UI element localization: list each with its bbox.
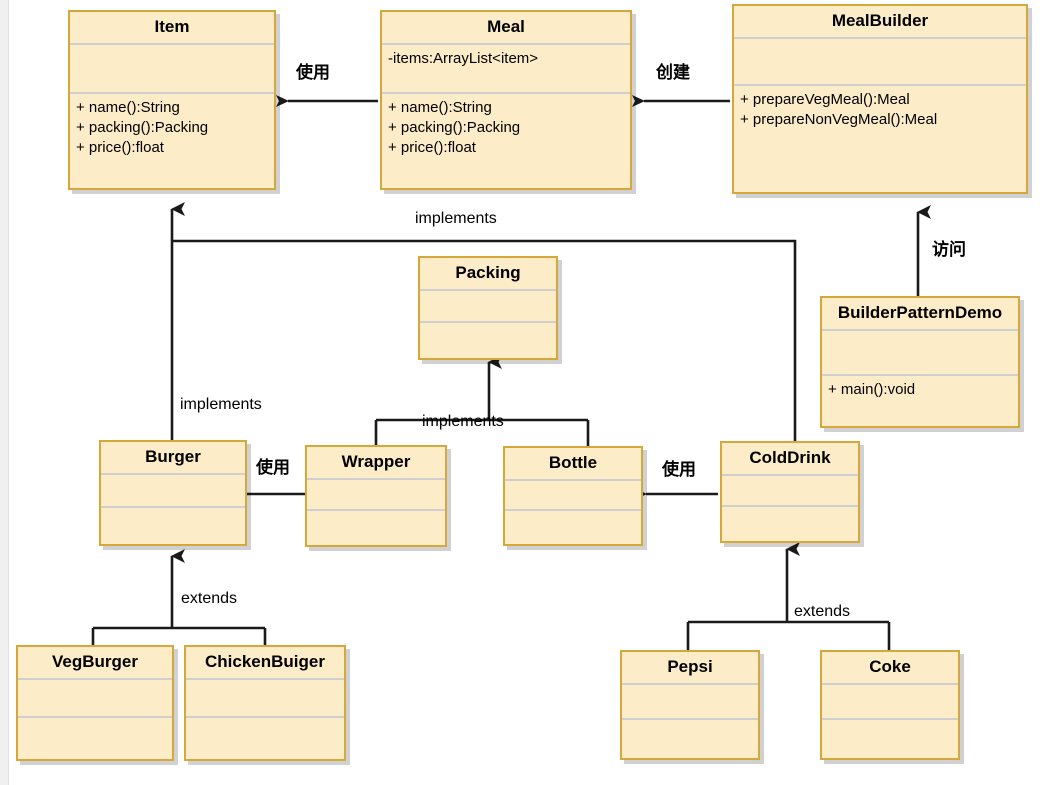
class-title-burger: Burger <box>101 442 245 475</box>
class-methods-chickenbuiger <box>186 718 344 756</box>
class-box-bottle[interactable]: Bottle <box>503 446 643 546</box>
edge-label-demo-visits-mealbuilder: 访问 <box>932 240 966 259</box>
class-methods-mealbuilder: + prepareVegMeal():Meal + prepareNonVegM… <box>734 86 1026 135</box>
class-attributes-item <box>70 45 274 94</box>
class-box-vegburger[interactable]: VegBurger <box>16 645 174 761</box>
class-attributes-vegburger <box>18 680 172 718</box>
class-box-meal[interactable]: Meal -items:ArrayList<item> + name():Str… <box>380 10 632 190</box>
method-row: + name():String <box>76 98 180 116</box>
method-row: + price():float <box>76 139 164 157</box>
edge-label-burger-extends: extends <box>181 590 238 607</box>
class-title-meal: Meal <box>382 12 630 45</box>
edge-label-mealbuilder-creates-meal: 创建 <box>656 63 690 82</box>
method-row: + packing():Packing <box>388 118 521 136</box>
class-attributes-burger <box>101 475 245 508</box>
class-methods-meal: + name():String + packing():Packing + pr… <box>382 94 630 163</box>
class-box-packing[interactable]: Packing <box>418 256 558 360</box>
class-box-coke[interactable]: Coke <box>820 650 960 760</box>
method-row: + prepareVegMeal():Meal <box>740 90 910 108</box>
class-title-pepsi: Pepsi <box>622 652 758 685</box>
edge-label-colddrink-uses-bottle: 使用 <box>662 460 696 479</box>
class-title-packing: Packing <box>420 258 556 291</box>
class-methods-bottle <box>505 511 641 541</box>
method-row: + name():String <box>388 98 492 116</box>
class-methods-burger <box>101 508 245 541</box>
class-attributes-coke <box>822 685 958 720</box>
method-row: + main():void <box>828 380 916 398</box>
edge-label-colddrink-implements-item: implements <box>415 210 497 227</box>
class-box-pepsi[interactable]: Pepsi <box>620 650 760 760</box>
method-row: + packing():Packing <box>76 118 209 136</box>
class-box-builderpatterndemo[interactable]: BuilderPatternDemo + main():void <box>820 296 1020 428</box>
class-attributes-mealbuilder <box>734 39 1026 86</box>
class-title-colddrink: ColdDrink <box>722 443 858 476</box>
class-attributes-chickenbuiger <box>186 680 344 718</box>
method-row: + price():float <box>388 139 476 157</box>
class-title-bottle: Bottle <box>505 448 641 481</box>
class-attributes-meal: -items:ArrayList<item> <box>382 45 630 94</box>
class-box-wrapper[interactable]: Wrapper <box>305 445 447 547</box>
class-title-builderpatterndemo: BuilderPatternDemo <box>822 298 1018 331</box>
class-attributes-wrapper <box>307 480 445 511</box>
class-attributes-builderpatterndemo <box>822 331 1018 376</box>
class-box-colddrink[interactable]: ColdDrink <box>720 441 860 543</box>
class-title-vegburger: VegBurger <box>18 647 172 680</box>
class-attributes-colddrink <box>722 476 858 507</box>
class-methods-packing <box>420 323 556 355</box>
class-title-mealbuilder: MealBuilder <box>734 6 1026 39</box>
class-methods-pepsi <box>622 720 758 755</box>
uml-diagram-canvas: Item + name():String + packing():Packing… <box>0 0 1057 785</box>
class-box-chickenbuiger[interactable]: ChickenBuiger <box>184 645 346 761</box>
attribute-row: -items:ArrayList<item> <box>388 49 539 67</box>
edge-label-colddrink-extends: extends <box>794 603 851 620</box>
edge-label-burger-implements-item: implements <box>180 396 262 413</box>
class-methods-builderpatterndemo: + main():void <box>822 376 1018 404</box>
class-title-wrapper: Wrapper <box>307 447 445 480</box>
edge-label-burger-uses-wrapper: 使用 <box>256 458 290 477</box>
edge-label-meal-uses-item: 使用 <box>296 63 330 82</box>
class-box-item[interactable]: Item + name():String + packing():Packing… <box>68 10 276 190</box>
class-attributes-packing <box>420 291 556 323</box>
class-box-mealbuilder[interactable]: MealBuilder + prepareVegMeal():Meal + pr… <box>732 4 1028 194</box>
class-methods-item: + name():String + packing():Packing + pr… <box>70 94 274 163</box>
class-title-item: Item <box>70 12 274 45</box>
class-title-coke: Coke <box>822 652 958 685</box>
class-title-chickenbuiger: ChickenBuiger <box>186 647 344 680</box>
class-methods-coke <box>822 720 958 755</box>
class-attributes-bottle <box>505 481 641 511</box>
method-row: + prepareNonVegMeal():Meal <box>740 110 938 128</box>
class-attributes-pepsi <box>622 685 758 720</box>
class-box-burger[interactable]: Burger <box>99 440 247 546</box>
edge-label-wrapper-bottle-implements-packing: implements <box>422 413 504 430</box>
class-methods-colddrink <box>722 507 858 538</box>
class-methods-wrapper <box>307 511 445 542</box>
class-methods-vegburger <box>18 718 172 756</box>
